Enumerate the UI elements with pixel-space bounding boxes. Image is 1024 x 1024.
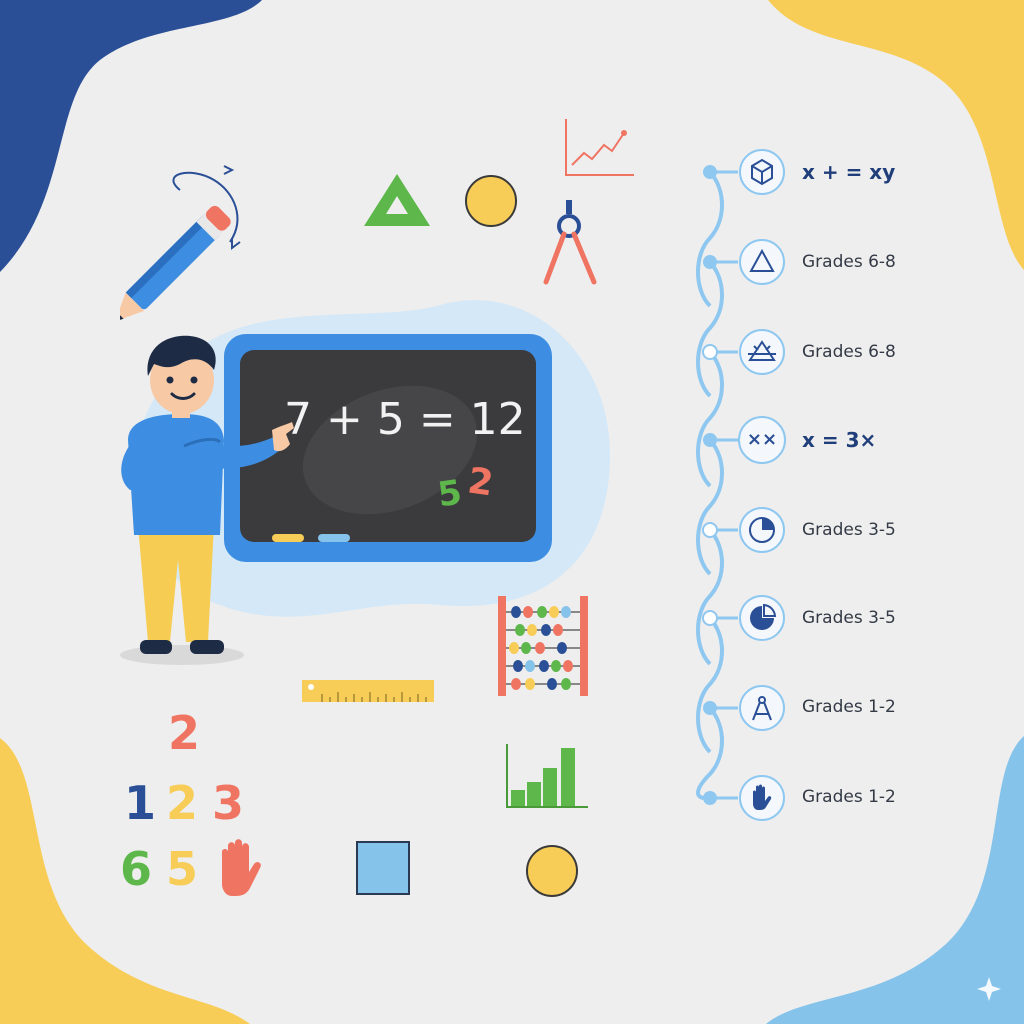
number-5: 5 (166, 842, 199, 896)
teacher-illustration (120, 335, 294, 665)
timeline-label-6: Grades 3-5 (802, 608, 896, 628)
timeline-item-4: ×× (738, 416, 1018, 464)
bar-chart-icon (506, 744, 588, 808)
pie-chart-filled-icon (739, 595, 785, 641)
multiply-icon-text: ×× (746, 429, 778, 450)
chalkboard-equation: 7 + 5 = 12 (284, 394, 526, 445)
triangle-shape (364, 174, 430, 226)
hand-icon (222, 839, 261, 896)
timeline-label-1: x + = xy (802, 160, 896, 184)
timeline-label-3: Grades 6-8 (802, 342, 896, 362)
abacus-icon (498, 596, 588, 696)
ruler-icon (302, 680, 434, 702)
yellow-circle-shape-bottom (526, 845, 578, 897)
number-2: 2 (166, 776, 199, 830)
chalk-blue (318, 534, 350, 542)
pie-chart-icon (739, 507, 785, 553)
number-6: 6 (120, 842, 153, 896)
math-education-illustration: 7 + 5 = 12 5 2 2 1 2 3 6 5 x + = xy Grad… (0, 0, 1024, 1024)
number-top-2: 2 (168, 706, 201, 760)
blue-square-shape (356, 841, 410, 895)
compass-tool-icon (543, 200, 597, 285)
compass-icon (739, 685, 785, 731)
timeline-label-8: Grades 1-2 (802, 787, 896, 807)
number-1: 1 (124, 776, 157, 830)
timeline-label-5: Grades 3-5 (802, 520, 896, 540)
geometry-angle-icon (739, 329, 785, 375)
timeline-label-7: Grades 1-2 (802, 697, 896, 717)
yellow-circle-shape (465, 175, 517, 227)
timeline-label-2: Grades 6-8 (802, 252, 896, 272)
timeline-label-4: x = 3× (802, 428, 877, 452)
hand-icon-circle (739, 775, 785, 821)
pencil-icon (120, 165, 241, 320)
chalk-digit-green: 5 (435, 472, 465, 516)
chalk-digit-red: 2 (465, 460, 496, 505)
cube-icon (739, 149, 785, 195)
multiply-icon: ×× (738, 416, 786, 464)
line-chart-icon (565, 119, 634, 176)
triangle-icon (739, 239, 785, 285)
number-3: 3 (212, 776, 245, 830)
yellow-corner-blob-top-right (768, 0, 1024, 270)
